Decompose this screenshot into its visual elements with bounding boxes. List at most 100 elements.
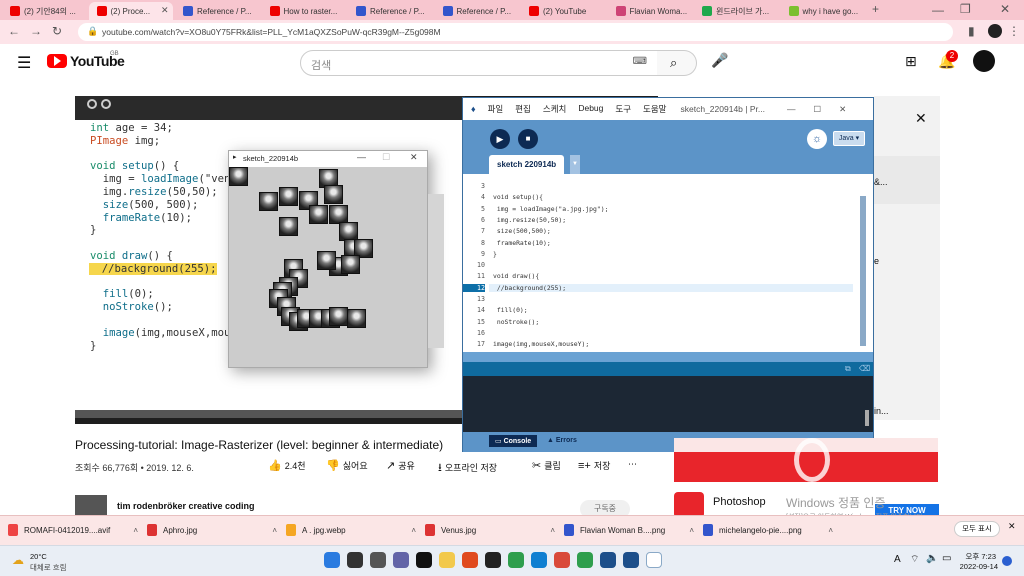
profile-avatar[interactable] bbox=[988, 24, 1002, 38]
download-menu-chevron-icon[interactable]: ˄ bbox=[133, 526, 138, 535]
start-icon[interactable] bbox=[324, 552, 340, 568]
search-button[interactable]: ⌕ bbox=[657, 50, 697, 76]
browser-tab[interactable]: (2) 기안84의 ... bbox=[2, 2, 86, 20]
new-tab-icon[interactable]: + bbox=[872, 2, 879, 16]
share-button[interactable]: ↗ 공유 bbox=[386, 459, 438, 478]
browser-tab[interactable]: Reference / P... bbox=[435, 2, 519, 20]
sketch-taskbar-icon[interactable] bbox=[646, 552, 662, 568]
browser-tab[interactable]: (2) YouTube bbox=[521, 2, 605, 20]
download-menu-chevron-icon[interactable]: ˄ bbox=[411, 526, 416, 535]
browser-tab[interactable]: why i have go... bbox=[781, 2, 865, 20]
region-label: GB bbox=[110, 51, 119, 57]
ime-indicator[interactable]: A bbox=[894, 554, 901, 565]
ide-menu-item[interactable]: 파일 bbox=[488, 103, 504, 115]
reload-icon[interactable]: ↻ bbox=[52, 24, 62, 38]
ide-menu-item[interactable]: 편집 bbox=[515, 103, 531, 115]
browser-tab[interactable]: (2) Proce... ✕ bbox=[88, 2, 173, 20]
ide-maximize-icon[interactable]: ☐ bbox=[813, 104, 821, 115]
notification-center-icon[interactable] bbox=[1002, 556, 1012, 566]
wifi-icon[interactable]: ⌔ bbox=[910, 553, 919, 566]
chrome-icon[interactable] bbox=[508, 552, 524, 568]
url-field[interactable]: 🔒 youtube.com/watch?v=XO8u0Y75FRk&list=P… bbox=[78, 23, 953, 41]
browser-tab[interactable]: Flavian Woma... bbox=[608, 2, 692, 20]
console-copy-icon[interactable]: ⧉ bbox=[845, 364, 851, 374]
volume-icon[interactable]: 🔈 bbox=[926, 553, 938, 564]
sketch-tab[interactable]: sketch 220914b bbox=[489, 155, 565, 174]
download-item[interactable]: ROMAFI-0412019....avif ˄ bbox=[8, 522, 138, 538]
task-view-icon[interactable] bbox=[370, 552, 386, 568]
processing-taskbar-icon[interactable] bbox=[600, 552, 616, 568]
download-menu-chevron-icon[interactable]: ˄ bbox=[550, 526, 555, 535]
console-clear-icon[interactable]: ⌫ bbox=[859, 364, 870, 373]
edge-icon[interactable] bbox=[531, 552, 547, 568]
close-icon[interactable]: ✕ bbox=[1000, 2, 1010, 16]
downloads-close-icon[interactable]: ✕ bbox=[1008, 521, 1016, 532]
chat-icon[interactable] bbox=[393, 552, 409, 568]
back-icon[interactable]: ← bbox=[8, 24, 20, 38]
download-menu-chevron-icon[interactable]: ˄ bbox=[689, 526, 694, 535]
clock-time[interactable]: 오후 7:23 bbox=[958, 551, 996, 562]
keyboard-icon[interactable]: ⌨ bbox=[633, 56, 647, 67]
download-menu-chevron-icon[interactable]: ˄ bbox=[828, 526, 833, 535]
forward-icon[interactable]: → bbox=[30, 24, 42, 38]
microphone-icon[interactable]: 🎤 bbox=[711, 52, 728, 69]
chrome-profile2-icon[interactable] bbox=[577, 552, 593, 568]
clock-date[interactable]: 2022-09-14 bbox=[956, 562, 998, 571]
stop-button[interactable]: ■ bbox=[518, 129, 538, 149]
search-icon[interactable] bbox=[347, 552, 363, 568]
hamburger-icon[interactable]: ☰ bbox=[17, 53, 31, 73]
menu-kebab-icon[interactable]: ⋮ bbox=[1008, 24, 1020, 38]
battery-icon[interactable]: ▭ bbox=[942, 553, 951, 564]
create-video-icon[interactable]: ⊞ bbox=[905, 53, 917, 70]
account-avatar[interactable] bbox=[973, 50, 995, 72]
console-output[interactable] bbox=[463, 376, 873, 432]
panel-close-icon[interactable]: ✕ bbox=[915, 110, 927, 127]
search-input[interactable]: 검색 ⌨ bbox=[300, 50, 658, 76]
notion-icon[interactable] bbox=[485, 552, 501, 568]
dislike-button[interactable]: 👎 싫어요 bbox=[326, 459, 386, 478]
browser-tab[interactable]: Reference / P... bbox=[175, 2, 259, 20]
channel-name[interactable]: tim rodenbröker creative coding bbox=[117, 501, 255, 511]
restore-icon[interactable]: ❐ bbox=[960, 2, 971, 16]
browser-tab[interactable]: 윈드라이브 가... bbox=[694, 2, 778, 20]
download-item[interactable]: Venus.jpg ˄ bbox=[425, 522, 555, 538]
download-menu-chevron-icon[interactable]: ˄ bbox=[272, 526, 277, 535]
file-explorer-icon[interactable] bbox=[439, 552, 455, 568]
ide-menu-item[interactable]: Debug bbox=[578, 103, 603, 115]
sidepanel-icon[interactable]: ▮ bbox=[968, 24, 975, 38]
netflix-icon[interactable] bbox=[416, 552, 432, 568]
download-item[interactable]: Aphro.jpg ˄ bbox=[147, 522, 277, 538]
mode-selector[interactable]: Java ▾ bbox=[833, 131, 865, 146]
browser-tab[interactable]: Reference / P... bbox=[348, 2, 432, 20]
office-icon[interactable] bbox=[462, 552, 478, 568]
minimize-icon[interactable]: — bbox=[932, 3, 944, 17]
ide-close-icon[interactable]: ✕ bbox=[839, 104, 846, 115]
like-button[interactable]: 👍 2.4천 bbox=[268, 459, 326, 478]
ide-minimize-icon[interactable]: — bbox=[787, 104, 796, 114]
chrome-profile-icon[interactable] bbox=[554, 552, 570, 568]
tab-menu-arrow-icon[interactable]: ▼ bbox=[570, 155, 580, 174]
debugger-icon[interactable]: ☼ bbox=[807, 129, 827, 149]
run-button[interactable]: ▶ bbox=[490, 129, 510, 149]
ide-menu-item[interactable]: 도움말 bbox=[643, 103, 666, 115]
offline-save-button[interactable]: ⭳ 오프라인 저장 bbox=[438, 459, 532, 478]
processing-taskbar2-icon[interactable] bbox=[623, 552, 639, 568]
weather-desc[interactable]: 대체로 흐림 bbox=[30, 562, 67, 573]
save-button[interactable]: ≡+ 저장 bbox=[578, 459, 628, 478]
code-editor[interactable]: void setup(){ img = loadImage("a.jpg.jpg… bbox=[489, 174, 857, 360]
clip-button[interactable]: ✂ 클립 bbox=[532, 459, 578, 478]
weather-temp[interactable]: 20°C bbox=[30, 552, 47, 561]
ad-banner[interactable] bbox=[674, 438, 938, 482]
download-item[interactable]: A . jpg.webp ˄ bbox=[286, 522, 416, 538]
channel-avatar[interactable] bbox=[75, 495, 107, 517]
download-item[interactable]: michelangelo-pie....png ˄ bbox=[703, 522, 833, 538]
tab-close-icon[interactable]: ✕ bbox=[161, 5, 169, 16]
ide-menu-item[interactable]: 스케치 bbox=[543, 103, 566, 115]
weather-icon[interactable]: ☁ bbox=[12, 553, 24, 567]
browser-tab[interactable]: How to raster... bbox=[262, 2, 346, 20]
show-all-downloads-button[interactable]: 모두 표시 bbox=[954, 521, 1000, 537]
ide-menu-item[interactable]: 도구 bbox=[615, 103, 631, 115]
more-actions-icon[interactable]: ⋯ bbox=[628, 459, 637, 478]
ad-title[interactable]: Photoshop bbox=[713, 496, 766, 508]
download-item[interactable]: Flavian Woman B....png ˄ bbox=[564, 522, 694, 538]
